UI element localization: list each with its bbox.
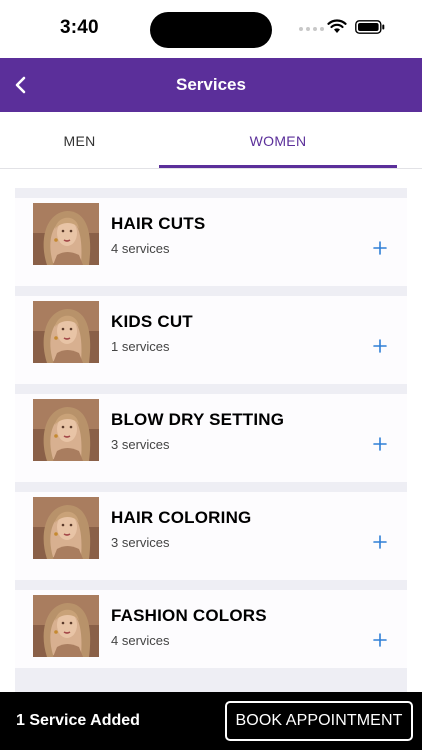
add-icon[interactable] [371,435,389,453]
category-title: FASHION COLORS [111,606,267,625]
category-row-fashion-colors[interactable]: FASHION COLORS 4 services [15,580,407,678]
category-row-blow-dry-setting[interactable]: BLOW DRY SETTING 3 services [15,384,407,482]
cart-bar: 1 Service Added BOOK APPOINTMENT [0,692,422,750]
category-count: 3 services [111,437,170,452]
category-image [33,595,99,657]
category-image [33,497,99,559]
tab-women[interactable]: WOMEN [159,112,397,169]
page-title: Services [176,75,246,94]
category-image [33,203,99,265]
tab-men[interactable]: MEN [0,112,159,169]
category-row-hair-cuts[interactable]: HAIR CUTS 4 services [15,188,407,286]
battery-icon [355,20,385,34]
add-icon[interactable] [371,631,389,649]
category-title: HAIR CUTS [111,214,206,233]
category-title: KIDS CUT [111,312,193,331]
category-count: 4 services [111,633,170,648]
wifi-icon [327,19,347,33]
category-image [33,399,99,461]
category-count: 3 services [111,535,170,550]
list-separator [15,668,407,692]
cellular-signal-icon [299,27,324,31]
services-added-label: 1 Service Added [16,712,140,729]
add-icon[interactable] [371,239,389,257]
add-icon[interactable] [371,533,389,551]
dynamic-island [150,12,272,48]
tab-bar: MEN WOMEN [0,112,422,169]
category-title: HAIR COLORING [111,508,252,527]
category-list[interactable]: HAIR CUTS 4 services KIDS CUT 1 services [0,170,422,692]
add-icon[interactable] [371,337,389,355]
status-bar: 3:40 [0,0,422,58]
category-count: 1 services [111,339,170,354]
nav-bar: Services [0,58,422,112]
category-row-hair-coloring[interactable]: HAIR COLORING 3 services [15,482,407,580]
category-row-kids-cut[interactable]: KIDS CUT 1 services [15,286,407,384]
category-title: BLOW DRY SETTING [111,410,285,429]
status-time: 3:40 [60,17,99,38]
category-image [33,301,99,363]
category-count: 4 services [111,241,170,256]
tab-selected-indicator [159,165,397,168]
book-appointment-button[interactable]: BOOK APPOINTMENT [225,701,413,741]
